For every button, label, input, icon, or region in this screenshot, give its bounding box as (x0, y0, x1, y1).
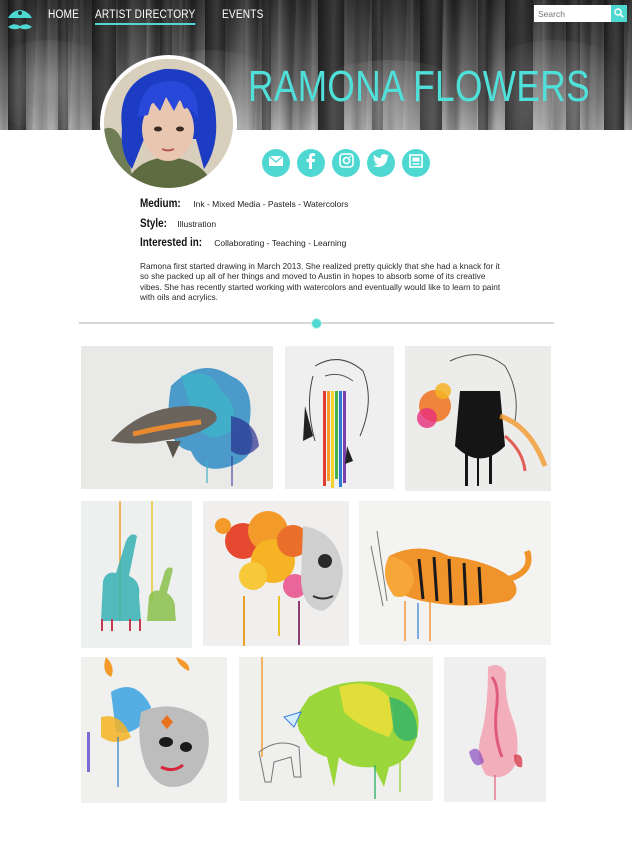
search-button[interactable] (611, 5, 627, 22)
medium-row: Medium: Ink - Mixed Media - Pastels - Wa… (140, 198, 348, 218)
interested-value: Collaborating - Teaching - Learning (214, 238, 347, 248)
gallery-item-rainbow-woman[interactable] (285, 346, 394, 489)
search-icon (614, 6, 624, 21)
divider-dot (311, 318, 322, 329)
instagram-icon (338, 153, 354, 173)
gallery-item-masked-woman[interactable] (405, 346, 551, 491)
nav-artist-directory[interactable]: ARTIST DIRECTORY (95, 9, 196, 25)
artist-info: Medium: Ink - Mixed Media - Pastels - Wa… (140, 198, 348, 257)
interested-label: Interested in: (140, 237, 203, 249)
style-label: Style: (140, 217, 167, 230)
twitter-icon (373, 154, 389, 172)
website-icon (409, 153, 423, 173)
avatar (100, 55, 237, 192)
artist-bio: Ramona first started drawing in March 20… (140, 261, 501, 303)
website-button[interactable] (402, 149, 430, 177)
style-value: Illustration (177, 218, 217, 229)
gallery-item-rhinoceros[interactable] (239, 657, 433, 801)
style-row: Style: Illustration (140, 218, 348, 238)
search-bar (534, 5, 627, 22)
gallery-item-butterfly-woman[interactable] (81, 657, 227, 803)
facebook-button[interactable] (297, 149, 325, 177)
artist-name: RAMONA FLOWERS (248, 62, 590, 111)
main-nav: HOME ARTIST DIRECTORY EVENTS (48, 9, 269, 25)
social-links (262, 149, 430, 177)
medium-label: Medium: (140, 198, 181, 210)
search-input[interactable] (534, 5, 611, 22)
interested-row: Interested in: Collaborating - Teaching … (140, 237, 348, 257)
gallery-item-pink-figure[interactable] (444, 657, 546, 802)
email-icon (268, 154, 284, 172)
medium-value: Ink - Mixed Media - Pastels - Watercolor… (193, 199, 349, 209)
nav-events[interactable]: EVENTS (222, 9, 264, 25)
site-logo[interactable] (6, 5, 34, 35)
gallery-item-dolphin[interactable] (81, 346, 273, 489)
twitter-button[interactable] (367, 149, 395, 177)
gallery-item-flowers-woman[interactable] (203, 501, 349, 646)
instagram-button[interactable] (332, 149, 360, 177)
nav-home[interactable]: HOME (48, 9, 79, 25)
gallery-item-tiger[interactable] (359, 501, 551, 645)
gallery-item-giraffes[interactable] (81, 501, 192, 648)
email-button[interactable] (262, 149, 290, 177)
facebook-icon (305, 152, 317, 174)
